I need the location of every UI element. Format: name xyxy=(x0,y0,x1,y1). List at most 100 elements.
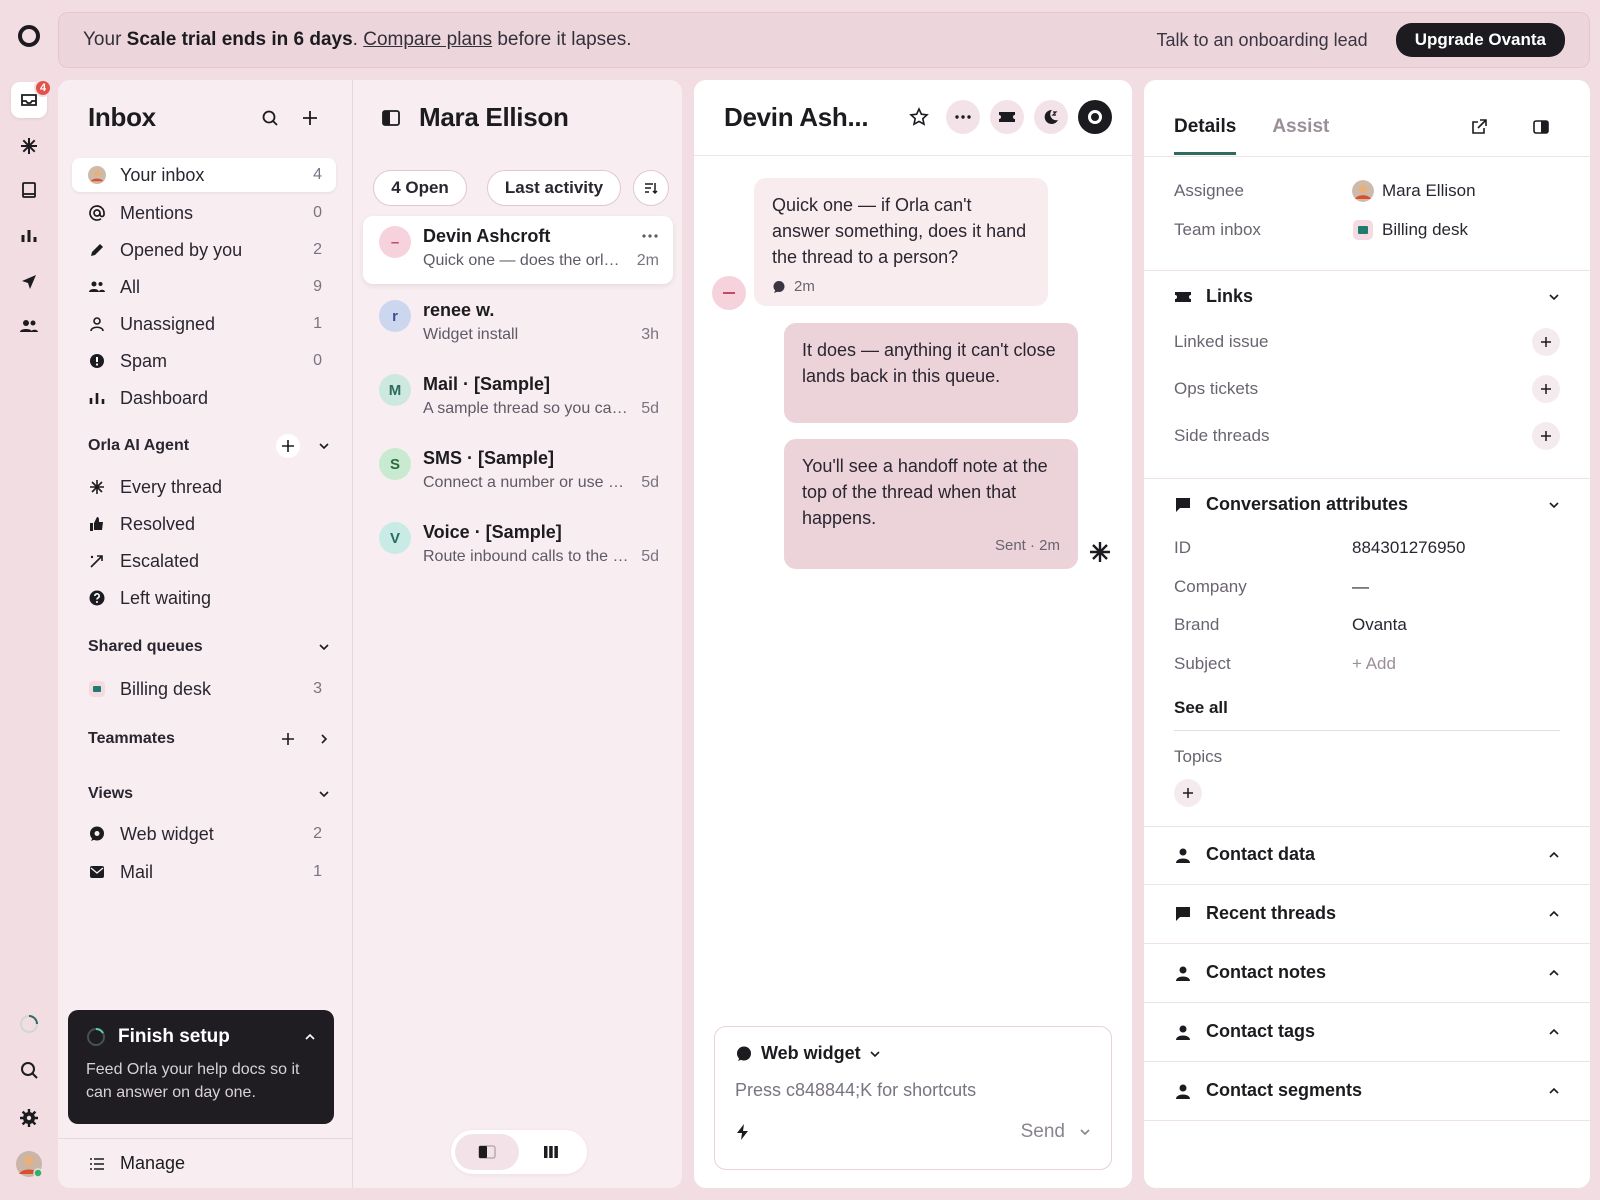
divider xyxy=(1144,478,1590,479)
chevron-down-icon[interactable] xyxy=(1548,291,1560,303)
message-composer[interactable]: Web widget Press c848844;K for shortcuts… xyxy=(714,1026,1112,1170)
new-conversation-icon[interactable] xyxy=(300,108,320,128)
chevron-up-icon[interactable] xyxy=(1548,1085,1560,1097)
app-logo-icon[interactable] xyxy=(11,18,47,54)
views-section[interactable]: Views xyxy=(88,780,336,808)
nav-left-waiting[interactable]: Left waiting xyxy=(72,581,336,615)
composer-input[interactable]: Press c848844;K for shortcuts xyxy=(735,1080,1091,1101)
attr-value[interactable]: — xyxy=(1352,577,1369,597)
book-rail-icon[interactable] xyxy=(11,172,47,208)
chevron-down-icon[interactable] xyxy=(312,635,336,659)
chevron-up-icon[interactable] xyxy=(1548,849,1560,861)
sidebar-toggle-icon[interactable] xyxy=(381,108,401,128)
send-button[interactable]: Send xyxy=(1021,1121,1091,1143)
contact-notes-section[interactable]: Contact notes xyxy=(1174,962,1560,983)
links-section[interactable]: Links xyxy=(1174,286,1560,307)
nav-all[interactable]: All 9 xyxy=(72,270,336,304)
ai-agent-section[interactable]: Orla AI Agent xyxy=(88,432,336,460)
thread-item[interactable]: S SMS · [Sample] Connect a number or use… xyxy=(363,438,673,506)
add-icon[interactable] xyxy=(1532,422,1560,450)
nav-label: Billing desk xyxy=(120,678,212,699)
add-icon[interactable] xyxy=(1532,375,1560,403)
shared-queues-section[interactable]: Shared queues xyxy=(88,633,336,661)
channel-selector[interactable]: Web widget xyxy=(735,1043,1091,1064)
close-conversation-icon[interactable] xyxy=(1078,100,1112,134)
star-icon[interactable] xyxy=(902,100,936,134)
teammates-section[interactable]: Teammates xyxy=(88,725,336,753)
nav-every-thread[interactable]: Every thread xyxy=(72,470,336,504)
open-external-icon[interactable] xyxy=(1470,118,1488,136)
nav-mail[interactable]: Mail 1 xyxy=(72,855,336,889)
add-icon[interactable] xyxy=(276,727,300,751)
conversation-attributes-section[interactable]: Conversation attributes xyxy=(1174,494,1560,515)
more-icon[interactable] xyxy=(641,233,659,239)
add-subject-link[interactable]: + Add xyxy=(1352,654,1396,674)
columns-view-icon[interactable] xyxy=(519,1134,583,1170)
lightning-icon[interactable] xyxy=(735,1123,751,1141)
assignee-row[interactable]: Assignee Mara Ellison xyxy=(1174,180,1560,202)
chevron-down-icon[interactable] xyxy=(1548,499,1560,511)
nav-spam[interactable]: Spam 0 xyxy=(72,344,336,378)
chevron-down-icon[interactable] xyxy=(1079,1126,1091,1138)
sort-order-icon[interactable] xyxy=(633,170,669,206)
tab-assist[interactable]: Assist xyxy=(1272,116,1329,155)
more-icon[interactable] xyxy=(946,100,980,134)
add-icon[interactable] xyxy=(276,434,300,458)
team-inbox-row[interactable]: Team inbox Billing desk xyxy=(1174,219,1560,241)
thread-time: 5d xyxy=(641,474,659,491)
contact-segments-section[interactable]: Contact segments xyxy=(1174,1080,1560,1101)
onboarding-link[interactable]: Talk to an onboarding lead xyxy=(1157,30,1368,51)
chevron-up-icon[interactable] xyxy=(1548,908,1560,920)
attr-value[interactable]: Ovanta xyxy=(1352,615,1407,635)
contact-tags-section[interactable]: Contact tags xyxy=(1174,1021,1560,1042)
contacts-rail-icon[interactable] xyxy=(11,308,47,344)
nav-billing-desk[interactable]: Billing desk 3 xyxy=(72,672,336,706)
reports-rail-icon[interactable] xyxy=(11,218,47,254)
upgrade-button[interactable]: Upgrade Ovanta xyxy=(1395,23,1565,57)
thread-item[interactable]: V Voice · [Sample] Route inbound calls t… xyxy=(363,512,673,580)
agent-message: It does — anything it can't close lands … xyxy=(784,323,1078,423)
sort-filter[interactable]: Last activity xyxy=(487,170,621,206)
search-icon[interactable] xyxy=(260,108,280,128)
thread-avatar: – xyxy=(379,226,411,258)
nav-web-widget[interactable]: Web widget 2 xyxy=(72,817,336,851)
team-value: Billing desk xyxy=(1382,220,1468,239)
tab-details[interactable]: Details xyxy=(1174,116,1237,155)
chevron-right-icon[interactable] xyxy=(312,727,336,751)
split-view-icon[interactable] xyxy=(455,1134,519,1170)
chevron-down-icon[interactable] xyxy=(312,434,336,458)
panel-toggle-icon[interactable] xyxy=(1532,118,1550,136)
chevron-up-icon[interactable] xyxy=(1548,967,1560,979)
settings-rail-icon[interactable] xyxy=(11,1100,47,1136)
recent-threads-section[interactable]: Recent threads xyxy=(1174,903,1560,924)
chevron-up-icon[interactable] xyxy=(304,1031,316,1043)
manage-button[interactable]: Manage xyxy=(58,1138,352,1188)
thumbs-up-icon xyxy=(88,515,106,533)
search-rail-icon[interactable] xyxy=(11,1052,47,1088)
chevron-down-icon[interactable] xyxy=(312,782,336,806)
nav-resolved[interactable]: Resolved xyxy=(72,507,336,541)
chevron-up-icon[interactable] xyxy=(1548,1026,1560,1038)
finish-setup-card[interactable]: Finish setup Feed Orla your help docs so… xyxy=(68,1010,334,1124)
thread-item[interactable]: – Devin Ashcroft Quick one — does the or… xyxy=(363,216,673,284)
see-all-link[interactable]: See all xyxy=(1174,698,1560,718)
contact-data-section[interactable]: Contact data xyxy=(1174,844,1560,865)
nav-unassigned[interactable]: Unassigned 1 xyxy=(72,307,336,341)
nav-escalated[interactable]: Escalated xyxy=(72,544,336,578)
add-icon[interactable] xyxy=(1532,328,1560,356)
person-icon xyxy=(1174,964,1192,982)
send-rail-icon[interactable] xyxy=(11,264,47,300)
nav-mentions[interactable]: Mentions 0 xyxy=(72,196,336,230)
ai-agent-rail-icon[interactable] xyxy=(11,128,47,164)
compare-plans-link[interactable]: Compare plans xyxy=(363,29,492,50)
open-filter[interactable]: 4 Open xyxy=(373,170,467,206)
thread-item[interactable]: r renee w. Widget install 3h xyxy=(363,290,673,358)
nav-opened-by-you[interactable]: Opened by you 2 xyxy=(72,233,336,267)
nav-your-inbox[interactable]: Your inbox 4 xyxy=(72,158,336,192)
nav-dashboard[interactable]: Dashboard xyxy=(72,381,336,415)
add-topic-icon[interactable] xyxy=(1174,779,1202,807)
ticket-icon[interactable] xyxy=(990,100,1024,134)
snooze-icon[interactable] xyxy=(1034,100,1068,134)
thread-item[interactable]: M Mail · [Sample] A sample thread so you… xyxy=(363,364,673,432)
user-avatar[interactable] xyxy=(11,1146,47,1182)
